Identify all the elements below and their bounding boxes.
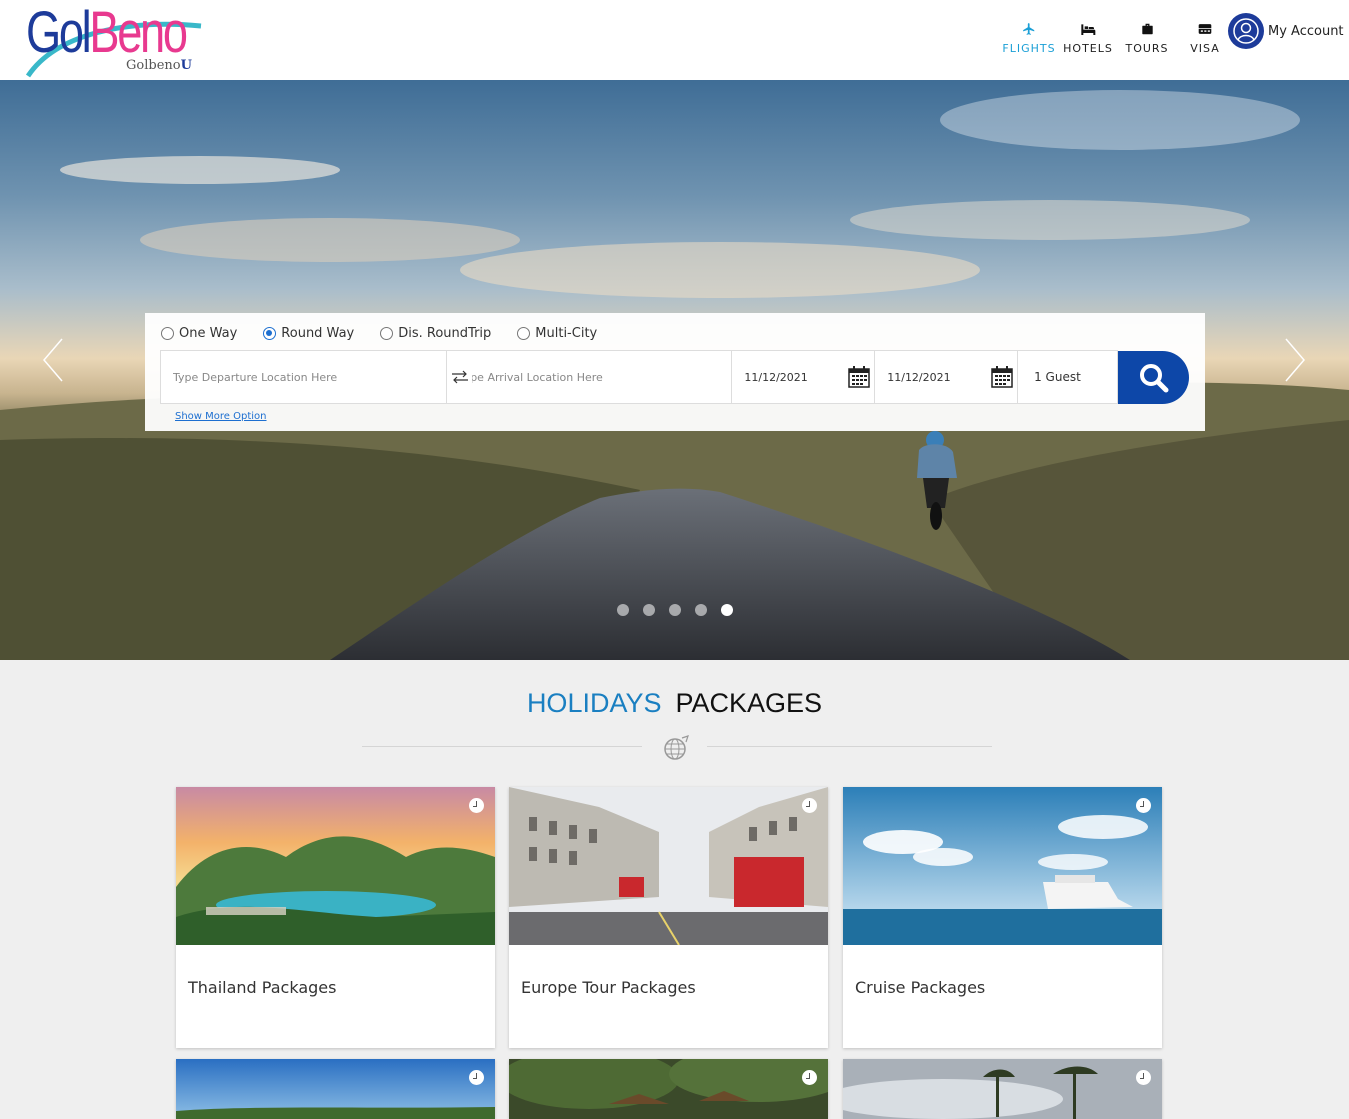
package-name: Thailand Packages [188,978,337,997]
package-card[interactable] [176,1059,495,1119]
trip-type-label: Multi-City [535,326,598,341]
arrival-input[interactable] [458,370,732,384]
package-image-cruise [843,787,1162,945]
departure-input[interactable] [173,370,446,384]
depart-date-value: 11/12/2021 [744,370,808,384]
nav-tours-label: TOURS [1125,42,1169,55]
section-title-part1: HOLIDAYS [526,688,662,718]
trip-type-label: One Way [179,326,238,341]
my-account-link[interactable]: My Account [1228,13,1344,49]
slider-dot[interactable] [643,604,655,616]
swap-locations-icon[interactable] [448,366,472,388]
departure-field[interactable] [161,351,447,403]
search-fields: 11/12/2021 11/12/2021 1 Guest [160,350,1118,404]
package-card[interactable]: Europe Tour Packages [509,787,828,1048]
show-more-option-link[interactable]: Show More Option [175,411,267,422]
slider-dot-active[interactable] [721,604,733,616]
my-account-label: My Account [1268,23,1344,39]
guest-count: 1 Guest [1034,370,1081,384]
clock-icon [469,798,484,813]
depart-date-field[interactable]: 11/12/2021 [732,351,876,403]
main-nav: FLIGHTS HOTELS TOURS VISA [1000,22,1234,55]
package-name: Europe Tour Packages [521,978,696,997]
section-title: HOLIDAYS PACKAGES [0,688,1349,719]
trip-type-options: One Way Round Way Dis. RoundTrip Multi-C… [161,326,623,341]
package-card[interactable]: Thailand Packages [176,787,495,1048]
package-image [509,1059,828,1119]
nav-flights-label: FLIGHTS [1002,42,1056,55]
slider-prev-arrow[interactable] [38,335,68,385]
slider-dot[interactable] [695,604,707,616]
trip-type-dis-roundtrip[interactable]: Dis. RoundTrip [380,326,491,341]
nav-tours[interactable]: TOURS [1118,22,1176,55]
package-image [843,1059,1162,1119]
radio-one-way[interactable] [161,327,174,340]
clock-icon [802,798,817,813]
return-date-value: 11/12/2021 [887,370,951,384]
slider-dot[interactable] [617,604,629,616]
radio-dis-roundtrip[interactable] [380,327,394,340]
trip-type-round-way[interactable]: Round Way [263,326,354,341]
return-date-field[interactable]: 11/12/2021 [875,351,1019,403]
globe-plane-icon [662,734,690,766]
clock-icon [1136,798,1151,813]
logo-wordmark: GolBeno [26,0,188,65]
package-card[interactable] [843,1059,1162,1119]
logo-subtitle: GolbenoU [126,58,192,73]
nav-hotels-label: HOTELS [1063,42,1113,55]
nav-hotels[interactable]: HOTELS [1058,22,1118,55]
section-divider-left [362,746,642,747]
package-image-thailand [176,787,495,945]
calendar-icon[interactable] [991,366,1013,391]
slider-dot[interactable] [669,604,681,616]
plane-icon [1000,22,1058,38]
trip-type-one-way[interactable]: One Way [161,326,237,341]
trip-type-multi-city[interactable]: Multi-City [517,326,597,341]
nav-visa[interactable]: VISA [1176,22,1234,55]
package-image [176,1059,495,1119]
package-card[interactable]: Cruise Packages [843,787,1162,1048]
section-title-part2: PACKAGES [675,688,823,718]
calendar-icon[interactable] [848,366,870,391]
site-logo[interactable]: GolBeno GolbenoU [26,4,206,78]
guest-selector[interactable]: 1 Guest [1018,351,1117,403]
flight-search-box: One Way Round Way Dis. RoundTrip Multi-C… [145,313,1205,431]
radio-multi-city[interactable] [517,327,531,340]
nav-visa-label: VISA [1190,42,1220,55]
section-divider-right [707,746,992,747]
trip-type-label: Round Way [281,326,355,341]
clock-icon [1136,1070,1151,1085]
package-card[interactable] [509,1059,828,1119]
search-icon [1139,363,1168,392]
user-icon [1228,13,1264,49]
nav-flights[interactable]: FLIGHTS [1000,22,1058,55]
package-image-europe [509,787,828,945]
visa-icon [1176,22,1234,38]
site-header: GolBeno GolbenoU FLIGHTS HOTELS TOURS VI… [0,0,1349,80]
radio-round-way[interactable] [263,327,277,340]
slider-dots [617,604,747,616]
suitcase-icon [1118,22,1176,38]
slider-next-arrow[interactable] [1280,335,1310,385]
bed-icon [1058,22,1118,38]
arrival-field[interactable] [447,351,733,403]
search-button[interactable] [1118,351,1189,404]
trip-type-label: Dis. RoundTrip [398,326,492,341]
clock-icon [802,1070,817,1085]
clock-icon [469,1070,484,1085]
package-name: Cruise Packages [855,978,986,997]
